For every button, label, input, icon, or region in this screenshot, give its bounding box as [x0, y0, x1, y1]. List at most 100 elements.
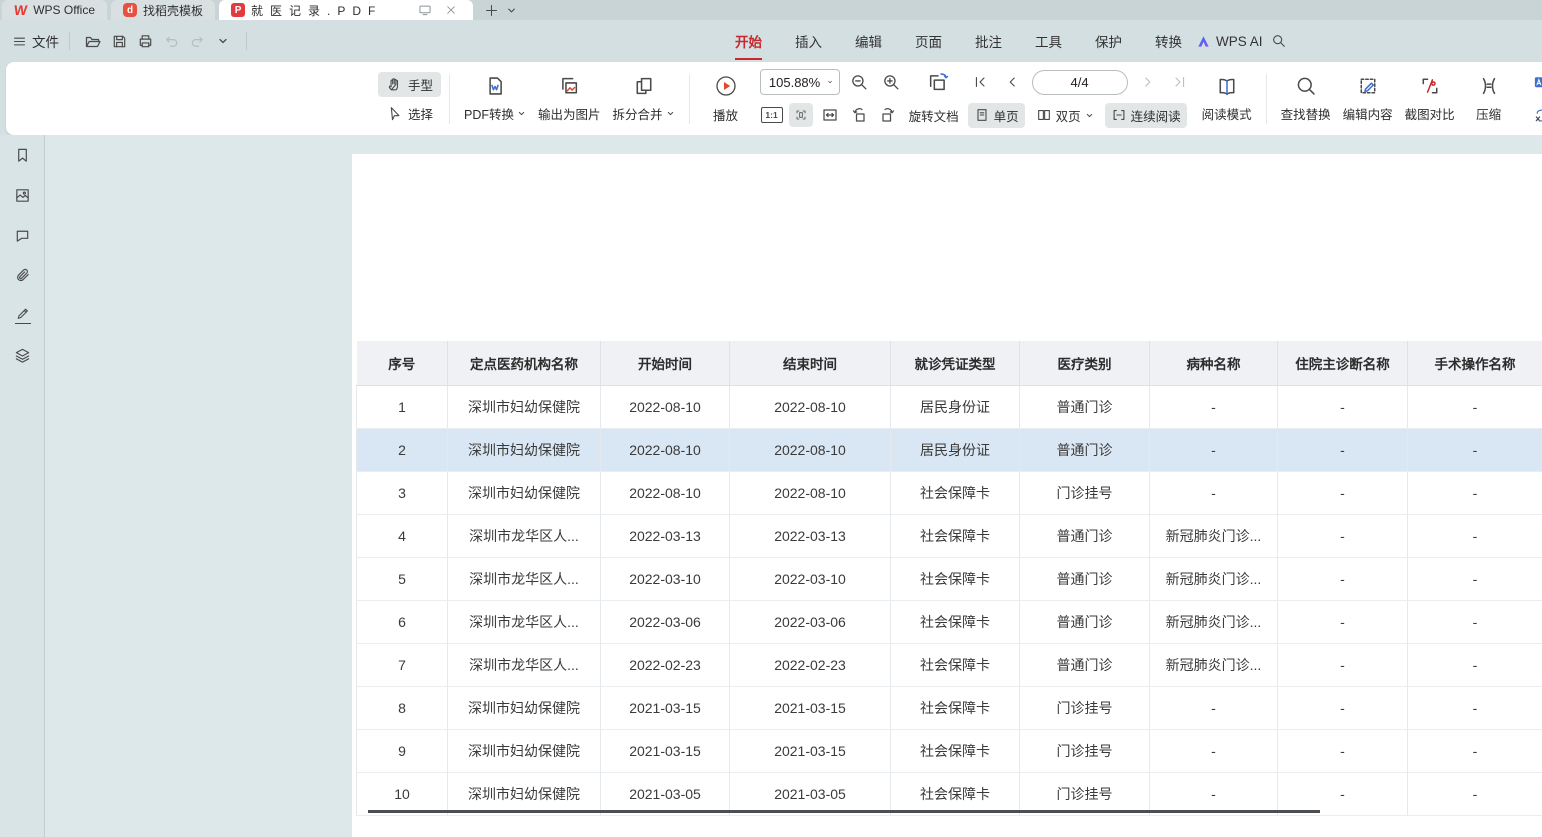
word-translate-button[interactable]: 划词翻译	[1525, 103, 1542, 128]
menu-item[interactable]: 保护	[1095, 31, 1122, 51]
cell-no: 1	[357, 385, 448, 428]
cell-org: 深圳市龙华区人...	[448, 514, 601, 557]
layers-panel-button[interactable]	[0, 335, 45, 375]
single-page-button[interactable]: 单页	[968, 103, 1025, 128]
printer-icon	[137, 33, 154, 50]
screenshot-compare-button[interactable]: 截图对比	[1399, 68, 1461, 130]
signature-panel-button[interactable]	[0, 295, 45, 335]
menu-item[interactable]: 页面	[915, 31, 942, 51]
close-tab-icon[interactable]	[441, 0, 461, 20]
attachments-panel-button[interactable]	[0, 255, 45, 295]
first-page-button[interactable]	[968, 70, 992, 94]
compress-icon	[1478, 75, 1500, 97]
pen-icon	[15, 307, 31, 321]
zoom-level-combobox[interactable]	[760, 69, 840, 95]
table-header-cell: 病种名称	[1150, 341, 1278, 385]
full-text-translate-button[interactable]: 全文翻译	[1525, 70, 1542, 95]
cell-type: 普通门诊	[1020, 514, 1150, 557]
previous-page-icon	[1004, 74, 1020, 90]
bookmarks-panel-button[interactable]	[0, 135, 45, 175]
zoom-level-input[interactable]	[767, 75, 823, 90]
print-button[interactable]	[132, 28, 158, 54]
cell-org: 深圳市龙华区人...	[448, 600, 601, 643]
wps-ai-button[interactable]: WPS AI	[1196, 34, 1263, 49]
toolbar-more-chevron-icon[interactable]	[210, 28, 236, 54]
menu-search-button[interactable]	[1266, 28, 1292, 54]
cell-cert: 社会保障卡	[891, 557, 1020, 600]
fit-width-button[interactable]	[818, 103, 842, 127]
cell-disease: -	[1150, 471, 1278, 514]
comment-icon	[14, 227, 31, 244]
hand-tool-button[interactable]: 手型	[378, 72, 441, 97]
cell-cert: 社会保障卡	[891, 600, 1020, 643]
zoom-out-icon	[850, 73, 869, 92]
tab-wps-office[interactable]: W WPS Office	[2, 0, 107, 20]
cell-diag: -	[1278, 385, 1408, 428]
pdf-convert-icon	[484, 75, 506, 97]
new-tab-button[interactable]	[481, 0, 501, 20]
save-button[interactable]	[106, 28, 132, 54]
undo-icon	[163, 33, 180, 50]
cell-end: 2022-08-10	[730, 471, 891, 514]
rotate-doc-label[interactable]: 旋转文档	[909, 106, 959, 125]
previous-page-button[interactable]	[1000, 70, 1024, 94]
compress-button[interactable]: 压缩	[1461, 68, 1517, 130]
tab-document[interactable]: P 就医记录.PDF	[219, 0, 473, 20]
table-header-cell: 定点医药机构名称	[448, 341, 601, 385]
menu-item[interactable]: 批注	[975, 31, 1002, 51]
actual-size-button[interactable]: 1:1	[760, 103, 784, 127]
rotate-right-button[interactable]	[876, 103, 900, 127]
double-page-button[interactable]: 双页	[1030, 103, 1100, 128]
tab-list-chevron-icon[interactable]	[501, 0, 521, 20]
cell-no: 4	[357, 514, 448, 557]
split-merge-button[interactable]: 拆分合并	[607, 68, 681, 130]
pdf-file-icon: P	[231, 3, 245, 17]
cell-type: 普通门诊	[1020, 385, 1150, 428]
file-menu-button[interactable]: 文件	[12, 31, 59, 51]
read-mode-button[interactable]: 阅读模式	[1196, 68, 1258, 130]
page-indicator-input[interactable]	[1033, 71, 1127, 94]
cell-start: 2021-03-15	[601, 729, 730, 772]
read-mode-label: 阅读模式	[1202, 104, 1252, 123]
menu-item[interactable]: 开始	[735, 31, 762, 51]
cell-diag: -	[1278, 557, 1408, 600]
next-page-button[interactable]	[1136, 70, 1160, 94]
menu-item[interactable]: 编辑	[855, 31, 882, 51]
cell-disease: 新冠肺炎门诊...	[1150, 600, 1278, 643]
next-page-icon	[1140, 74, 1156, 90]
zoom-out-button[interactable]	[848, 70, 872, 94]
document-title: 就医记录.PDF	[251, 2, 409, 19]
undo-button[interactable]	[158, 28, 184, 54]
continuous-read-button[interactable]: 连续阅读	[1105, 103, 1187, 128]
play-label: 播放	[713, 105, 738, 124]
cell-cert: 社会保障卡	[891, 643, 1020, 686]
play-button[interactable]: 播放	[698, 68, 754, 130]
menu-item[interactable]: 插入	[795, 31, 822, 51]
thumbnails-panel-button[interactable]	[0, 175, 45, 215]
pdf-page[interactable]: 序号定点医药机构名称开始时间结束时间就诊凭证类型医疗类别病种名称住院主诊断名称手…	[352, 154, 1542, 837]
page-indicator-box[interactable]	[1032, 70, 1128, 95]
export-as-image-button[interactable]: 输出为图片	[532, 68, 607, 130]
open-file-button[interactable]	[80, 28, 106, 54]
single-page-icon	[974, 107, 990, 123]
tab-docer-templates[interactable]: d 找稻壳模板	[111, 0, 215, 20]
last-page-button[interactable]	[1168, 70, 1192, 94]
cell-org: 深圳市妇幼保健院	[448, 385, 601, 428]
table-header-cell: 医疗类别	[1020, 341, 1150, 385]
rotate-document-button[interactable]	[926, 70, 950, 94]
redo-button[interactable]	[184, 28, 210, 54]
find-replace-button[interactable]: 查找替换	[1275, 68, 1337, 130]
menu-item[interactable]: 转换	[1155, 31, 1182, 51]
fit-page-button[interactable]	[789, 103, 813, 127]
play-icon	[714, 74, 738, 98]
pdf-convert-button[interactable]: PDF转换	[458, 68, 532, 130]
screen-cast-icon[interactable]	[415, 0, 435, 20]
rotate-left-button[interactable]	[847, 103, 871, 127]
select-tool-button[interactable]: 选择	[378, 101, 441, 126]
edit-content-button[interactable]: 编辑内容	[1337, 68, 1399, 130]
table-header-cell: 结束时间	[730, 341, 891, 385]
table-bottom-rule	[368, 810, 1320, 813]
zoom-in-button[interactable]	[880, 70, 904, 94]
menu-item[interactable]: 工具	[1035, 31, 1062, 51]
comments-panel-button[interactable]	[0, 215, 45, 255]
